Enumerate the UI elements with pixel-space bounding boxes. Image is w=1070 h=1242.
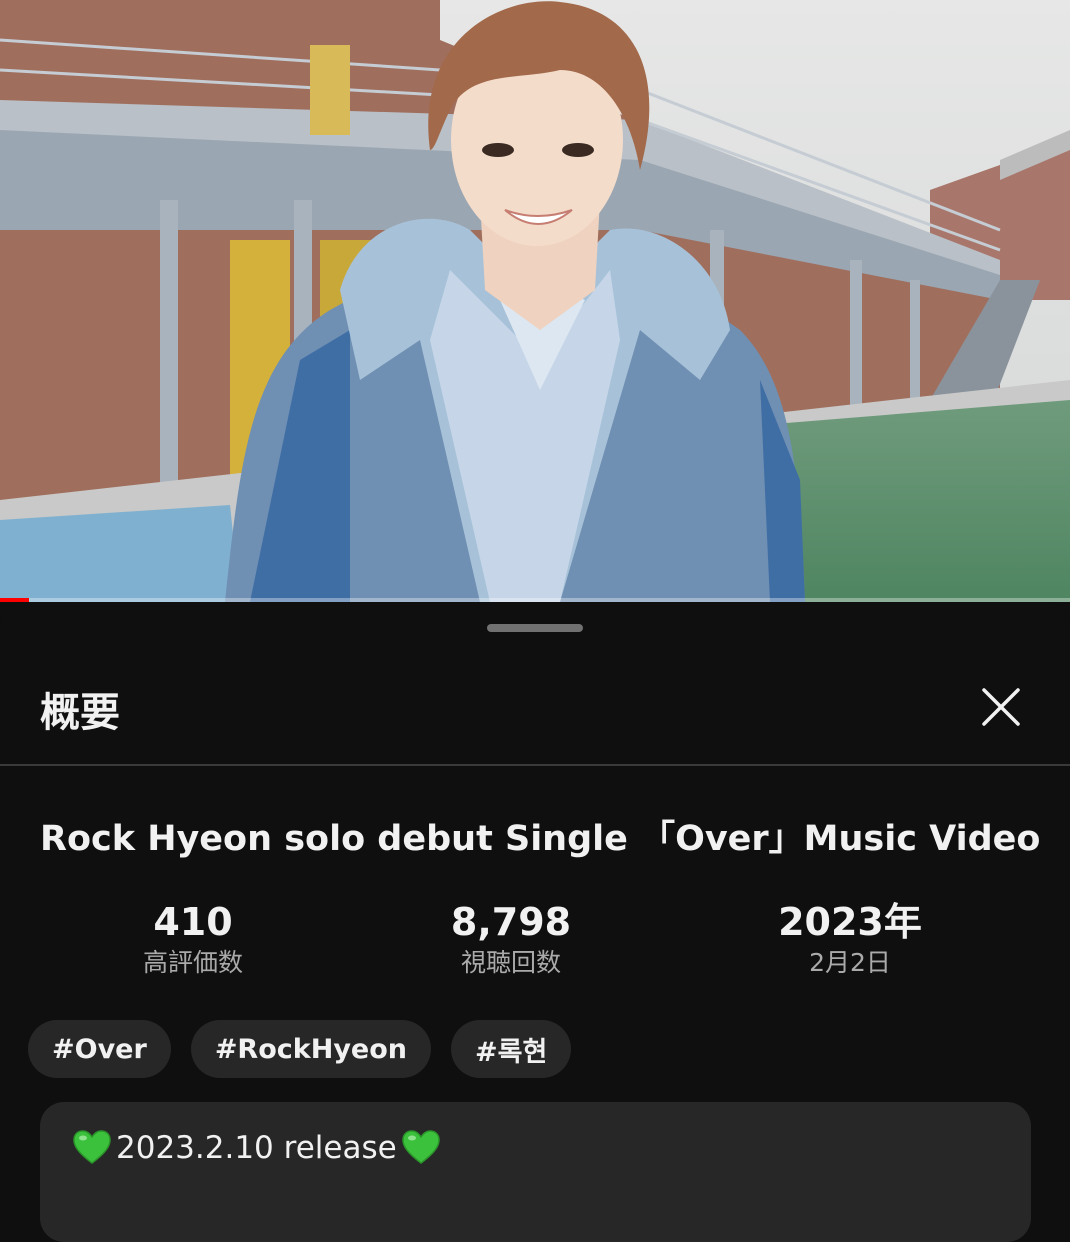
views-label: 視聴回数 [460,948,561,977]
likes-stat: 410 高評価数 [73,898,313,980]
video-player[interactable] [0,0,1070,602]
release-text: 2023.2.10 release [116,1130,397,1166]
close-button[interactable] [976,682,1026,732]
description-box[interactable]: 2023.2.10 release [40,1102,1031,1242]
close-icon [982,688,1020,726]
publish-date: 2月2日 [809,948,891,977]
publish-year: 2023年 [778,900,922,944]
hashtag-chip-rokhyeon[interactable]: #록현 [451,1020,572,1078]
views-count: 8,798 [450,900,572,944]
panel-title: 概要 [40,690,120,736]
drag-handle[interactable] [487,624,583,632]
likes-label: 高評価数 [142,948,243,977]
hashtag-list: #Over #RockHyeon #록현 [28,1020,572,1078]
divider [0,764,1070,766]
video-frame [0,0,1070,602]
hashtag-chip-over[interactable]: #Over [28,1020,171,1078]
views-stat: 8,798 視聴回数 [391,898,631,980]
green-heart-icon [73,1130,111,1164]
description-panel: 概要 Rock Hyeon solo debut Single 「Over」Mu… [0,602,1070,1242]
video-title: Rock Hyeon solo debut Single 「Over」Music… [40,819,1041,859]
date-stat: 2023年 2月2日 [730,898,970,980]
green-heart-icon [401,1130,440,1164]
description-line: 2023.2.10 release [72,1128,441,1168]
hashtag-chip-rockhyeon[interactable]: #RockHyeon [190,1020,432,1078]
likes-count: 410 [153,900,233,944]
